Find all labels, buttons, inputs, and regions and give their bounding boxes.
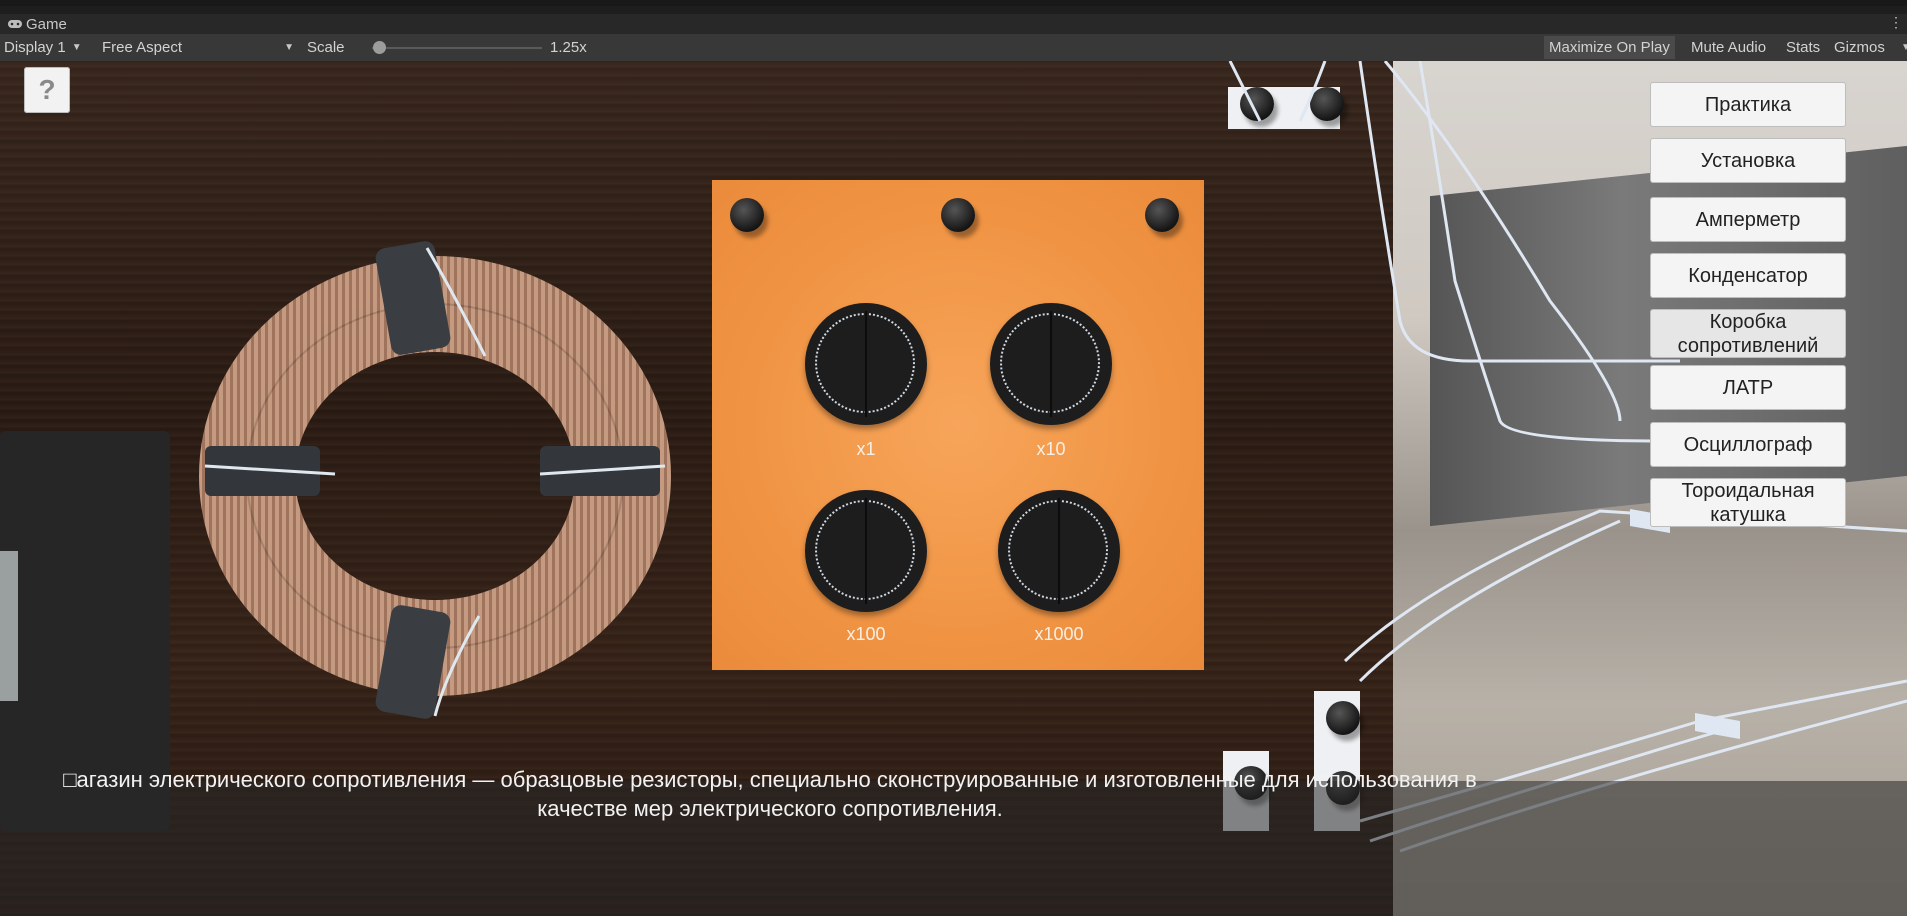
tab-game[interactable]: Game xyxy=(0,16,67,33)
knob-x1[interactable] xyxy=(805,303,927,425)
description-caption: □агазин электрического сопротивления — о… xyxy=(63,767,1477,821)
scale-label: Scale xyxy=(307,39,345,56)
knob-x10[interactable] xyxy=(990,303,1112,425)
terminal-center[interactable] xyxy=(941,198,975,232)
menu-button-resistance-box[interactable]: Коробка сопротивлений xyxy=(1650,309,1846,358)
aspect-dropdown[interactable]: Free Aspect ▼ xyxy=(102,34,294,61)
menu-button-ammeter[interactable]: Амперметр xyxy=(1650,197,1846,242)
terminal-left[interactable] xyxy=(730,198,764,232)
menu-button-capacitor[interactable]: Конденсатор xyxy=(1650,253,1846,298)
knob-x10-label: x10 xyxy=(1036,439,1066,459)
tab-menu-icon[interactable]: ⋮ xyxy=(1889,14,1903,31)
knob-x1000[interactable] xyxy=(998,490,1120,612)
scale-value: 1.25x xyxy=(550,39,587,56)
editor-top-strip xyxy=(0,0,1907,6)
terminal-right[interactable] xyxy=(1145,198,1179,232)
resistance-box: x1 x10 x100 x1000 xyxy=(712,180,1204,670)
maximize-on-play-toggle[interactable]: Maximize On Play xyxy=(1544,36,1675,59)
mute-audio-toggle[interactable]: Mute Audio xyxy=(1686,36,1771,59)
display-dropdown[interactable]: Display 1 ▼ xyxy=(4,34,82,61)
help-button[interactable]: ? xyxy=(24,67,70,113)
gizmos-chevron-icon[interactable]: ▼ xyxy=(1901,42,1907,53)
tab-game-label: Game xyxy=(26,15,67,33)
menu-button-setup[interactable]: Установка xyxy=(1650,138,1846,183)
chevron-down-icon: ▼ xyxy=(284,42,294,53)
toroidal-coil xyxy=(199,241,671,719)
gamepad-icon xyxy=(8,20,22,28)
game-toolbar: Display 1 ▼ Free Aspect ▼ Scale 1.25x Max… xyxy=(0,34,1907,61)
knob-x1-label: x1 xyxy=(856,439,876,459)
menu-button-practice[interactable]: Практика xyxy=(1650,82,1846,127)
knob-x1000-label: x1000 xyxy=(1034,624,1084,644)
chevron-down-icon: ▼ xyxy=(71,42,82,53)
scale-slider-handle[interactable] xyxy=(372,41,386,54)
menu-button-oscilloscope[interactable]: Осциллограф xyxy=(1650,422,1846,467)
stats-toggle[interactable]: Stats xyxy=(1781,36,1825,59)
game-tab-bar: Game ⋮ xyxy=(0,14,1907,34)
menu-button-toroidal-coil[interactable]: Тороидальная катушка xyxy=(1650,478,1846,527)
scale-slider-track[interactable] xyxy=(372,47,542,49)
knob-x100-label: x100 xyxy=(846,624,886,644)
gizmos-toggle[interactable]: Gizmos xyxy=(1829,36,1890,59)
aspect-dropdown-label: Free Aspect xyxy=(102,39,183,56)
display-dropdown-label: Display 1 xyxy=(4,39,66,56)
menu-button-latr[interactable]: ЛАТР xyxy=(1650,365,1846,410)
ammeter-scale xyxy=(0,551,18,701)
knob-x100[interactable] xyxy=(805,490,927,612)
